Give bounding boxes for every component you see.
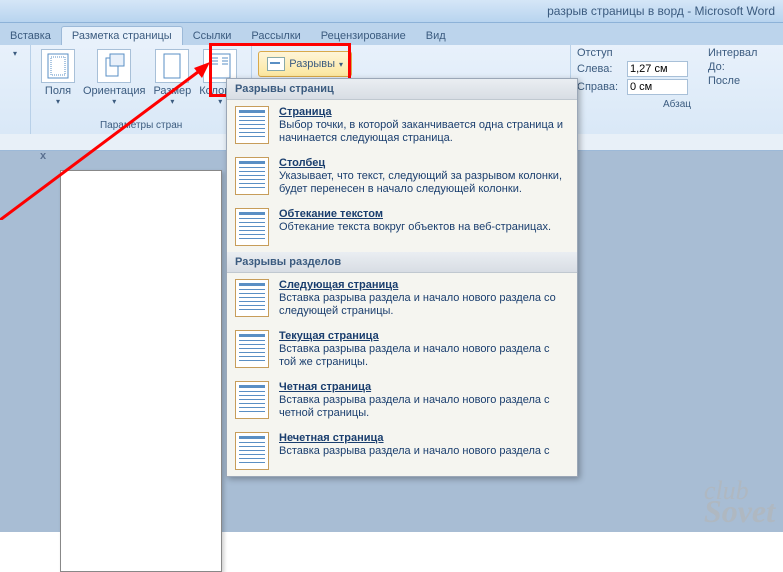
text-wrap-break-icon bbox=[235, 208, 269, 246]
spacing-after-label: После bbox=[708, 75, 758, 87]
odd-page-icon bbox=[235, 432, 269, 470]
section-odd-page[interactable]: Нечетная страницаВставка разрыва раздела… bbox=[227, 426, 577, 476]
page-setup-group: Поля▾ Ориентация▾ Размер▾ Колонки▾ Парам… bbox=[31, 45, 252, 135]
close-pane-button[interactable]: x bbox=[40, 150, 46, 162]
break-column[interactable]: СтолбецУказывает, что текст, следующий з… bbox=[227, 151, 577, 202]
column-break-icon bbox=[235, 157, 269, 195]
page-setup-label: Параметры стран bbox=[100, 118, 182, 133]
break-text-wrapping[interactable]: Обтекание текстомОбтекание текста вокруг… bbox=[227, 202, 577, 252]
tab-page-layout[interactable]: Разметка страницы bbox=[61, 26, 183, 45]
paragraph-label: Абзац bbox=[577, 97, 777, 112]
margins-icon bbox=[41, 49, 75, 83]
document-page[interactable] bbox=[60, 170, 222, 572]
title-bar: разрыв страницы в ворд - Microsoft Word bbox=[0, 0, 783, 22]
breaks-button[interactable]: Разрывы ▾ bbox=[258, 51, 352, 77]
window-title: разрыв страницы в ворд - Microsoft Word bbox=[547, 4, 775, 18]
section-next-page[interactable]: Следующая страницаВставка разрыва раздел… bbox=[227, 273, 577, 324]
section-even-page[interactable]: Четная страницаВставка разрыва раздела и… bbox=[227, 375, 577, 426]
even-page-icon bbox=[235, 381, 269, 419]
breaks-dropdown: Разрывы страниц СтраницаВыбор точки, в к… bbox=[226, 78, 578, 477]
size-icon bbox=[155, 49, 189, 83]
break-page[interactable]: СтраницаВыбор точки, в которой заканчива… bbox=[227, 100, 577, 151]
themes-button[interactable]: ▾ bbox=[9, 47, 21, 60]
tab-mailings[interactable]: Рассылки bbox=[241, 27, 310, 45]
page-break-icon bbox=[235, 106, 269, 144]
continuous-icon bbox=[235, 330, 269, 368]
indent-right-label: Справа: bbox=[577, 81, 627, 93]
indent-left-label: Слева: bbox=[577, 63, 627, 75]
breaks-icon bbox=[267, 57, 285, 71]
tab-view[interactable]: Вид bbox=[416, 27, 456, 45]
section-continuous[interactable]: Текущая страницаВставка разрыва раздела … bbox=[227, 324, 577, 375]
orientation-button[interactable]: Ориентация▾ bbox=[79, 47, 149, 108]
size-button[interactable]: Размер▾ bbox=[149, 47, 195, 108]
spacing-before-label: До: bbox=[708, 61, 758, 73]
tab-review[interactable]: Рецензирование bbox=[311, 27, 416, 45]
ribbon-tabs: Вставка Разметка страницы Ссылки Рассылк… bbox=[0, 22, 783, 45]
page-breaks-header: Разрывы страниц bbox=[227, 79, 577, 100]
paragraph-group: Отступ Слева: Справа: Интервал До: После… bbox=[570, 45, 783, 135]
indent-right-input[interactable] bbox=[627, 79, 688, 95]
orientation-icon bbox=[97, 49, 131, 83]
themes-group: ▾ bbox=[0, 45, 31, 135]
tab-insert[interactable]: Вставка bbox=[0, 27, 61, 45]
indent-left-input[interactable] bbox=[627, 61, 688, 77]
section-breaks-header: Разрывы разделов bbox=[227, 252, 577, 273]
margins-button[interactable]: Поля▾ bbox=[37, 47, 79, 108]
tab-links[interactable]: Ссылки bbox=[183, 27, 242, 45]
next-page-icon bbox=[235, 279, 269, 317]
